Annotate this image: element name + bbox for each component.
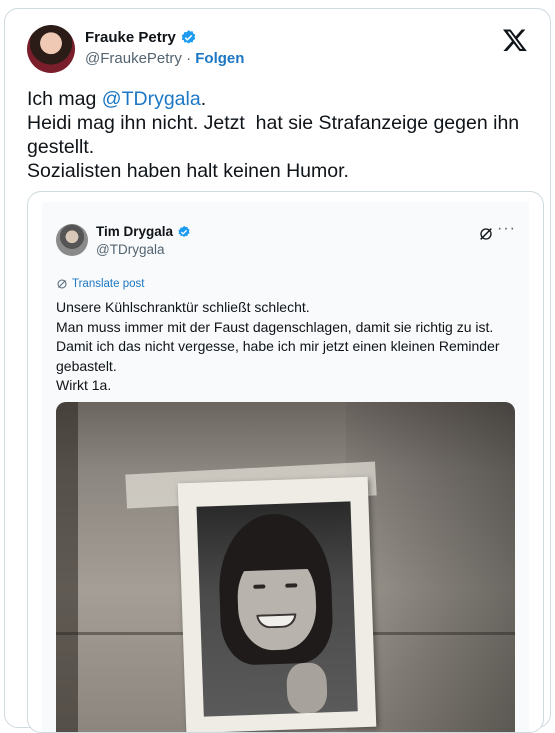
translate-icon	[57, 279, 67, 289]
quoted-display-name: Tim Drygala	[96, 224, 174, 239]
tweet-text: Ich mag @TDrygala. Heidi mag ihn nicht. …	[27, 87, 537, 183]
quoted-post-screenshot[interactable]: Tim Drygala @TDrygala ··· Translate post…	[27, 191, 544, 733]
author-handle[interactable]: @FraukePetry	[85, 50, 182, 67]
verified-badge-icon	[181, 30, 196, 44]
author-info: Frauke Petry @FraukePetry · Folgen	[85, 29, 244, 67]
quoted-line: Wirkt 1a.	[56, 377, 112, 393]
follow-button[interactable]: Folgen	[195, 50, 244, 67]
quoted-line: Man muss immer mit der Faust dagenschlag…	[56, 318, 494, 335]
printed-portrait	[177, 476, 377, 732]
tweet-header: Frauke Petry @FraukePetry · Folgen	[27, 25, 534, 77]
translate-label: Translate post	[72, 278, 145, 290]
quoted-line: Unsere Kühlschranktür schließt schlecht.	[56, 299, 310, 315]
grok-icon	[480, 228, 492, 240]
more-options-icon: ···	[497, 220, 516, 237]
quoted-post: Tim Drygala @TDrygala ··· Translate post…	[42, 202, 529, 732]
quoted-avatar	[56, 224, 88, 256]
quoted-text: Unsere Kühlschranktür schließt schlecht.…	[56, 298, 516, 396]
author-display-name[interactable]: Frauke Petry	[85, 29, 176, 46]
tweet-line-3: Sozialisten haben halt keinen Humor.	[27, 160, 349, 182]
mention-link[interactable]: @TDrygala	[102, 88, 201, 110]
tweet-embed-card: Frauke Petry @FraukePetry · Folgen Ich m…	[4, 8, 551, 733]
x-logo-icon[interactable]	[502, 27, 528, 53]
fridge-photo	[56, 402, 515, 732]
author-avatar[interactable]	[27, 25, 75, 73]
tweet-line-2: Heidi mag ihn nicht. Jetzt hat sie Straf…	[27, 112, 525, 158]
tweet-line-1: Ich mag @TDrygala.	[27, 88, 207, 110]
separator-dot: ·	[181, 50, 196, 67]
verified-badge-icon	[178, 225, 190, 237]
quoted-line: Damit ich das nicht vergesse, habe ich m…	[56, 338, 504, 374]
quoted-handle: @TDrygala	[96, 242, 165, 257]
quoted-header: Tim Drygala @TDrygala ···	[56, 220, 516, 260]
translate-post-link: Translate post	[56, 278, 144, 290]
